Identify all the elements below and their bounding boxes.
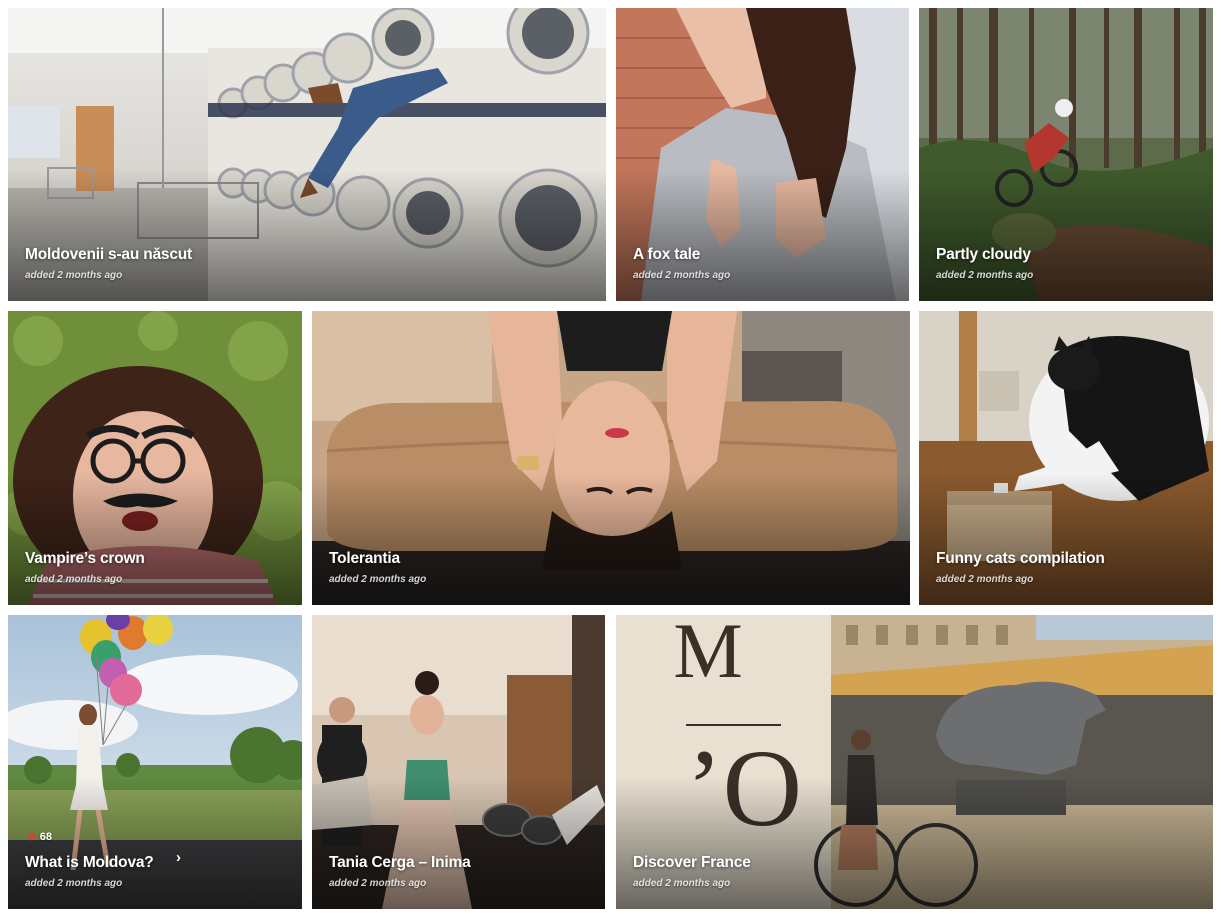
video-title[interactable]: What is Moldova? xyxy=(25,854,285,872)
tile-caption: A fox tale added 2 months ago xyxy=(633,246,892,281)
video-added-time: added 2 months ago xyxy=(329,878,427,889)
video-title[interactable]: Tolerantia xyxy=(329,550,893,568)
video-added-time: added 2 months ago xyxy=(25,878,123,889)
video-title[interactable]: A fox tale xyxy=(633,246,892,264)
video-added-time: added 2 months ago xyxy=(936,574,1034,585)
video-tile-what-is-moldova[interactable]: ♥ 68 › What is Moldova? added 2 months a… xyxy=(8,615,302,909)
tile-caption: Partly cloudy added 2 months ago xyxy=(936,246,1196,281)
video-title[interactable]: Tania Cerga – Inima xyxy=(329,854,588,872)
video-added-time: added 2 months ago xyxy=(25,270,123,281)
tile-caption: Discover France added 2 months ago xyxy=(633,854,1196,889)
video-tile-discover-france[interactable]: M ’O xyxy=(616,615,1213,909)
heart-icon: ♥ xyxy=(28,829,36,844)
tile-caption: Moldovenii s-au născut added 2 months ag… xyxy=(25,246,589,281)
video-tile-vampires-crown[interactable]: Vampire’s crown added 2 months ago xyxy=(8,311,302,605)
video-tile-moldovenii[interactable]: Moldovenii s-au născut added 2 months ag… xyxy=(8,8,606,301)
video-tile-partly-cloudy[interactable]: Partly cloudy added 2 months ago xyxy=(919,8,1213,301)
video-tile-tolerantia[interactable]: Tolerantia added 2 months ago xyxy=(312,311,910,605)
video-added-time: added 2 months ago xyxy=(633,878,731,889)
video-tile-a-fox-tale[interactable]: A fox tale added 2 months ago xyxy=(616,8,909,301)
video-added-time: added 2 months ago xyxy=(633,270,731,281)
video-title[interactable]: Vampire’s crown xyxy=(25,550,285,568)
tile-caption: What is Moldova? added 2 months ago xyxy=(25,854,285,889)
video-added-time: added 2 months ago xyxy=(25,574,123,585)
video-title[interactable]: Funny cats compilation xyxy=(936,550,1196,568)
tile-caption: Tania Cerga – Inima added 2 months ago xyxy=(329,854,588,889)
tile-caption: Vampire’s crown added 2 months ago xyxy=(25,550,285,585)
video-added-time: added 2 months ago xyxy=(329,574,427,585)
tile-caption: Tolerantia added 2 months ago xyxy=(329,550,893,585)
svg-text:M: M xyxy=(673,615,742,694)
video-added-time: added 2 months ago xyxy=(936,270,1034,281)
video-title[interactable]: Moldovenii s-au născut xyxy=(25,246,589,264)
video-tile-funny-cats[interactable]: Funny cats compilation added 2 months ag… xyxy=(919,311,1213,605)
video-tile-tania-cerga[interactable]: Tania Cerga – Inima added 2 months ago xyxy=(312,615,605,909)
tile-caption: Funny cats compilation added 2 months ag… xyxy=(936,550,1196,585)
like-count-value: 68 xyxy=(39,830,52,843)
video-title[interactable]: Partly cloudy xyxy=(936,246,1196,264)
video-title[interactable]: Discover France xyxy=(633,854,1196,872)
like-count[interactable]: ♥ 68 xyxy=(28,830,52,843)
video-grid: Moldovenii s-au născut added 2 months ag… xyxy=(0,0,1221,914)
